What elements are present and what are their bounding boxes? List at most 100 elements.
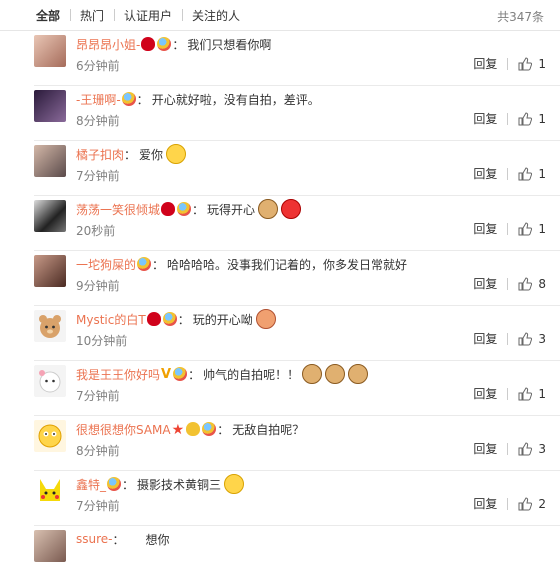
thumbs-up-icon: [518, 111, 533, 125]
like-count: 1: [538, 111, 546, 126]
member-badge-icon[interactable]: [161, 202, 176, 216]
member-badge-icon[interactable]: [141, 37, 156, 51]
comment-text: 想你: [145, 532, 170, 547]
comment-item: 橘子扣肉 ： 爱你 7分钟前 回复 1: [34, 141, 560, 196]
avatar[interactable]: [34, 35, 66, 67]
comment-filter-tabs: 全部 热门 认证用户 关注的人 共347条: [0, 0, 560, 31]
bulb-badge-icon[interactable]: [177, 202, 192, 216]
like-button[interactable]: 1: [518, 222, 546, 236]
username[interactable]: -王珊啊-: [76, 91, 121, 108]
thumbs-up-icon: [518, 331, 533, 345]
tab-following[interactable]: 关注的人: [182, 7, 250, 24]
red-emoji-icon: [281, 199, 302, 219]
comment-item: 鑫特_ ： 摄影技术黄铜三 7分钟前 回复 2: [34, 471, 560, 526]
username[interactable]: 我是王王你好吗: [76, 366, 160, 383]
like-count: 1: [538, 56, 546, 71]
reply-button[interactable]: 回复: [473, 330, 497, 347]
username[interactable]: 昂昂昂小姐-: [76, 36, 140, 53]
comment-text: 我们只想看你啊: [187, 37, 272, 52]
member-badge-icon[interactable]: [186, 422, 201, 436]
avatar[interactable]: [34, 475, 66, 507]
comment-time: 6分钟前: [76, 59, 120, 73]
bulb-badge-icon[interactable]: [137, 257, 152, 271]
comment-time: 8分钟前: [76, 114, 120, 128]
comment-item: 一坨狗屎的 ： 哈哈哈哈。没事我们记着的，你多发日常就好 9分钟前 回复 8: [34, 251, 560, 306]
bulb-badge-icon[interactable]: [173, 367, 188, 381]
reply-button[interactable]: 回复: [473, 110, 497, 127]
cat-emoji-icon: [224, 474, 245, 494]
username[interactable]: 鑫特_: [76, 476, 106, 493]
comment-text: 哈哈哈哈。没事我们记着的，你多发日常就好: [167, 257, 408, 272]
username[interactable]: Mystic的白T: [76, 311, 146, 328]
bulb-badge-icon[interactable]: [121, 92, 136, 106]
comment-item: 我是王王你好吗 V ： 帅气的自拍呢！！ 7分钟前 回复 1: [34, 361, 560, 416]
reply-button[interactable]: 回复: [473, 385, 497, 402]
reply-button[interactable]: 回复: [473, 440, 497, 457]
bulb-badge-icon[interactable]: [162, 312, 177, 326]
like-count: 3: [538, 331, 546, 346]
comment-item: ssure- ： 想你: [34, 526, 560, 580]
comment-time: 7分钟前: [76, 499, 120, 513]
thumbs-up-icon: [518, 386, 533, 400]
smile-emoji-icon: [166, 144, 187, 164]
bulb-badge-icon[interactable]: [202, 422, 217, 436]
thumbs-up-icon: [518, 221, 533, 235]
tab-hot[interactable]: 热门: [70, 7, 114, 24]
comment-item: 很想很想你SAMA ★ ： 无敌自拍呢？ 8分钟前 回复 3: [34, 416, 560, 471]
comment-text: 玩的开心呦: [192, 312, 253, 327]
like-button[interactable]: 1: [518, 112, 546, 126]
like-button[interactable]: 1: [518, 57, 546, 71]
like-button[interactable]: 8: [518, 277, 546, 291]
thumbs-up-icon: [518, 441, 533, 455]
comment-text: 摄影技术黄铜三: [137, 477, 222, 492]
comment-time: 7分钟前: [76, 169, 120, 183]
avatar[interactable]: [34, 530, 66, 562]
comment-text: 无敌自拍呢？: [232, 422, 305, 437]
comment-item: 荡荡一笑很倾城 ： 玩得开心 20秒前 回复 1: [34, 196, 560, 251]
like-count: 3: [538, 441, 546, 456]
tab-verified[interactable]: 认证用户: [114, 7, 182, 24]
doge-emoji-icon: [325, 364, 346, 384]
avatar[interactable]: [34, 200, 66, 232]
thumbs-up-icon: [518, 496, 533, 510]
thumbs-up-icon: [518, 56, 533, 70]
username[interactable]: 很想很想你SAMA: [76, 421, 171, 438]
thumbs-up-icon: [518, 166, 533, 180]
like-button[interactable]: 1: [518, 387, 546, 401]
reply-button[interactable]: 回复: [473, 220, 497, 237]
like-count: 1: [538, 221, 546, 236]
like-button[interactable]: 3: [518, 332, 546, 346]
reply-button[interactable]: 回复: [473, 55, 497, 72]
comment-text: 玩得开心: [207, 202, 256, 217]
like-count: 2: [538, 496, 546, 511]
dancing-emoji-icon: [255, 309, 276, 329]
member-badge-icon[interactable]: [146, 312, 161, 326]
like-count: 8: [538, 276, 546, 291]
username[interactable]: 荡荡一笑很倾城: [76, 201, 160, 218]
avatar[interactable]: [34, 145, 66, 177]
reply-button[interactable]: 回复: [473, 495, 497, 512]
comment-item: Mystic的白T ： 玩的开心呦 10分钟前 回复 3: [34, 306, 560, 361]
like-button[interactable]: 1: [518, 167, 546, 181]
star-badge-icon[interactable]: ★: [172, 422, 185, 438]
username[interactable]: 橘子扣肉: [76, 146, 124, 163]
like-count: 1: [538, 166, 546, 181]
avatar[interactable]: [34, 90, 66, 122]
reply-button[interactable]: 回复: [473, 165, 497, 182]
bulb-badge-icon[interactable]: [107, 477, 122, 491]
like-button[interactable]: 2: [518, 497, 546, 511]
verified-v-icon[interactable]: V: [161, 367, 171, 382]
bulb-badge-icon[interactable]: [157, 37, 172, 51]
comment-text: 开心就好啦，没有自拍，差评。: [151, 92, 320, 107]
username[interactable]: ssure-: [76, 532, 113, 546]
doge-emoji-icon: [348, 364, 369, 384]
tab-all[interactable]: 全部: [36, 7, 70, 24]
reply-button[interactable]: 回复: [473, 275, 497, 292]
avatar[interactable]: [34, 310, 66, 342]
username[interactable]: 一坨狗屎的: [76, 256, 136, 273]
comment-time: 9分钟前: [76, 279, 120, 293]
like-button[interactable]: 3: [518, 442, 546, 456]
avatar[interactable]: [34, 420, 66, 452]
avatar[interactable]: [34, 255, 66, 287]
avatar[interactable]: [34, 365, 66, 397]
